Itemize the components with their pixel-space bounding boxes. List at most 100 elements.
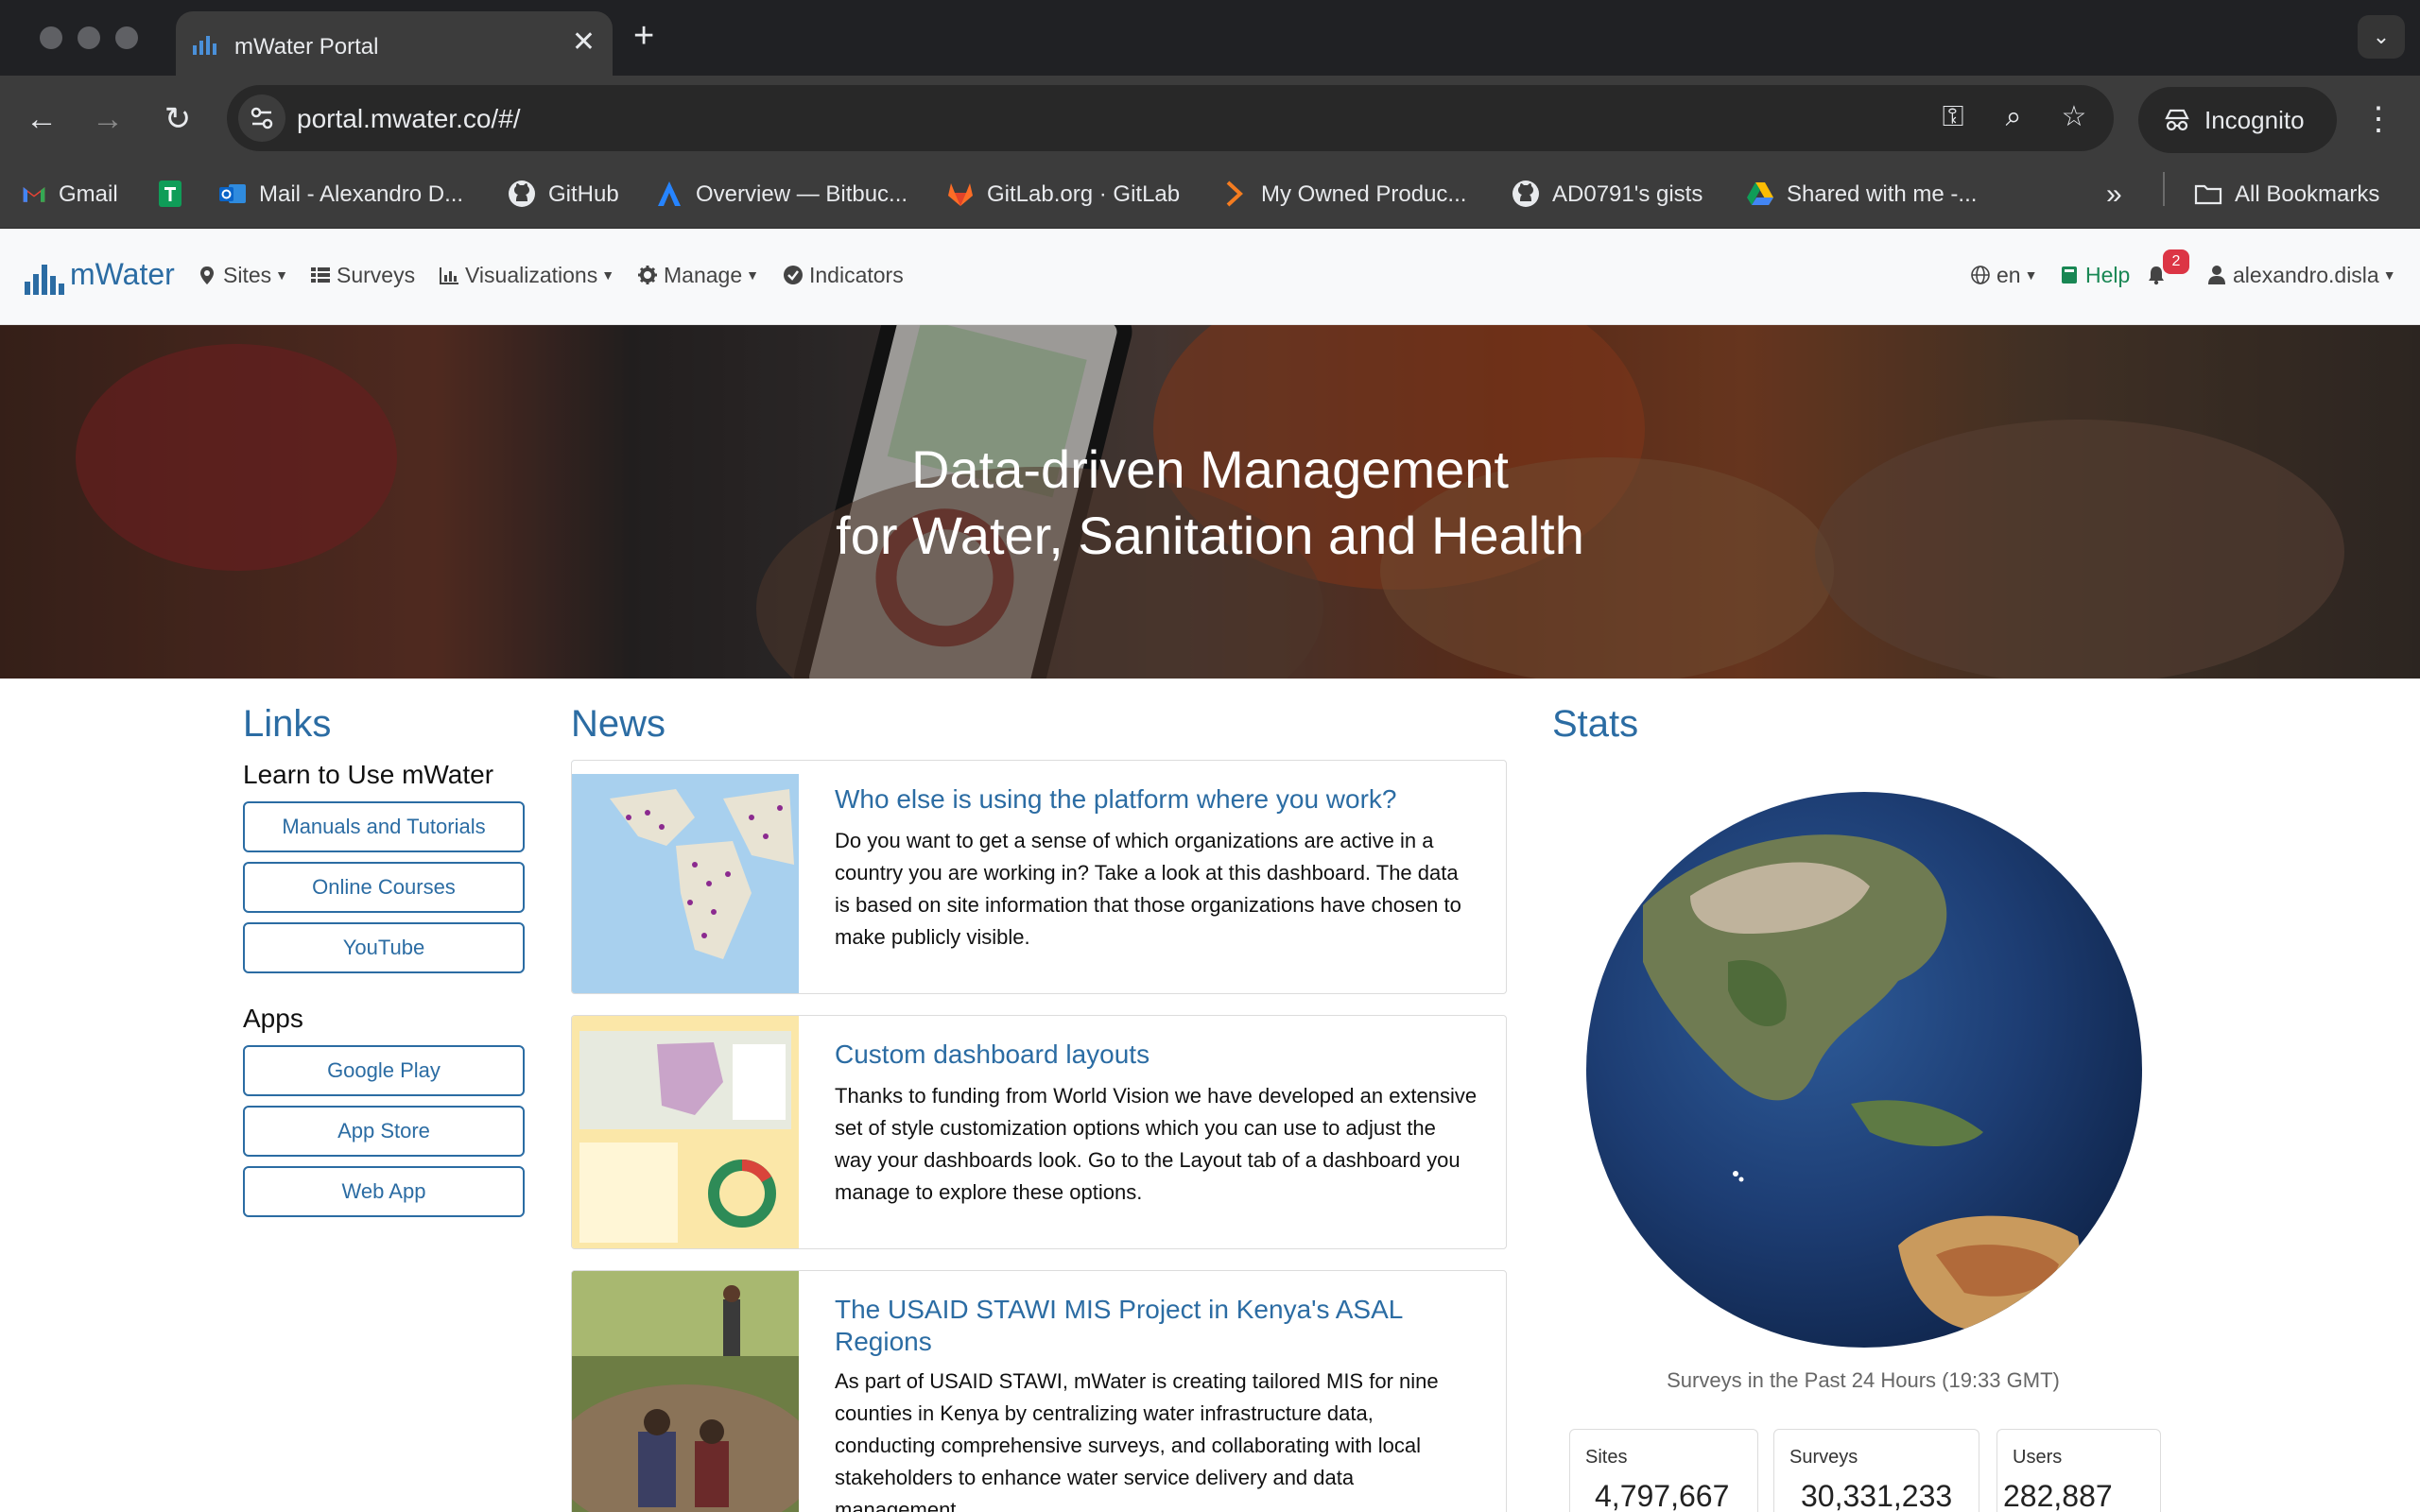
help-link[interactable]: Help <box>2059 263 2130 288</box>
bookmark-star-icon[interactable]: ☆ <box>2055 98 2093 136</box>
password-key-icon[interactable]: ⚿ <box>1934 98 1972 136</box>
bookmarks-divider <box>2163 172 2165 206</box>
chevron-brand-icon <box>1226 180 1243 207</box>
news-card[interactable]: Who else is using the platform where you… <box>571 760 1507 994</box>
news-title[interactable]: Custom dashboard layouts <box>835 1039 1478 1071</box>
news-title[interactable]: The USAID STAWI MIS Project in Kenya's A… <box>835 1294 1478 1358</box>
chevron-down-icon: ▼ <box>2024 267 2038 283</box>
hero-banner: Data-driven Management for Water, Sanita… <box>0 325 2420 679</box>
google-drive-icon <box>1747 181 1773 205</box>
chevron-down-icon: ▼ <box>275 267 288 283</box>
bitbucket-icon <box>658 180 681 206</box>
google-play-button[interactable]: Google Play <box>243 1045 525 1096</box>
tab-title: mWater Portal <box>234 34 379 60</box>
bookmark-bitbucket[interactable]: Overview — Bitbuc... <box>654 176 908 214</box>
notification-badge: 2 <box>2163 249 2189 274</box>
apps-heading: Apps <box>243 1004 303 1033</box>
nav-sites[interactable]: Sites ▼ <box>197 263 288 288</box>
stat-card-surveys: Surveys 30,331,233 <box>1773 1429 1979 1512</box>
github-icon <box>509 180 535 207</box>
tab-close-icon[interactable]: ✕ <box>572 28 596 57</box>
news-thumbnail <box>572 761 799 993</box>
stat-card-users: Users 282,887 <box>1996 1429 2161 1512</box>
window-close-control[interactable] <box>40 26 62 49</box>
bookmarks-bar: Gmail Mail - Alexandro D... GitHub Overv… <box>0 163 2420 229</box>
address-bar[interactable]: portal.mwater.co/#/ ⚿ ⌕ ☆ <box>227 85 2114 151</box>
news-body: As part of USAID STAWI, mWater is creati… <box>835 1369 1439 1512</box>
reload-button[interactable]: ↻ <box>153 94 202 144</box>
web-page: mWater Sites ▼ Surveys Visualizations ▼ Ma… <box>0 229 2420 1512</box>
news-body: Thanks to funding from World Vision we h… <box>835 1084 1478 1204</box>
globe-caption: Surveys in the Past 24 Hours (19:33 GMT) <box>1667 1368 2060 1392</box>
news-title[interactable]: Who else is using the platform where you… <box>835 783 1478 816</box>
map-pin-icon <box>200 266 214 284</box>
news-card[interactable]: Custom dashboard layouts Thanks to fundi… <box>571 1015 1507 1249</box>
bar-chart-icon <box>440 266 458 284</box>
stat-card-sites: Sites 4,797,667 <box>1569 1429 1758 1512</box>
incognito-icon <box>2165 109 2189 131</box>
web-app-button[interactable]: Web App <box>243 1166 525 1217</box>
forward-button[interactable]: → <box>83 94 132 144</box>
stat-value: 282,887 <box>2003 1479 2113 1512</box>
nav-surveys[interactable]: Surveys <box>310 263 415 288</box>
language-selector[interactable]: en ▼ <box>1970 263 2037 288</box>
new-tab-button[interactable]: + <box>633 17 654 55</box>
news-heading: News <box>571 703 666 745</box>
bookmark-gmail[interactable]: Gmail <box>21 176 118 214</box>
more-bookmarks-button[interactable]: » <box>2106 176 2122 214</box>
back-button[interactable]: ← <box>17 94 66 144</box>
tab-search-button[interactable]: ⌄ <box>2358 15 2405 59</box>
online-courses-button[interactable]: Online Courses <box>243 862 525 913</box>
user-menu[interactable]: alexandro.disla ▼ <box>2206 263 2396 288</box>
stat-label: Surveys <box>1789 1447 1858 1468</box>
learn-heading: Learn to Use mWater <box>243 760 494 789</box>
site-info-icon[interactable] <box>238 94 285 142</box>
bookmark-gists[interactable]: AD0791's gists <box>1511 176 1703 214</box>
mwater-logo-icon <box>25 265 64 295</box>
hero-heading: Data-driven Management for Water, Sanita… <box>836 439 1584 565</box>
gear-icon <box>638 265 657 284</box>
bookmark-outlook-mail[interactable]: Mail - Alexandro D... <box>217 176 463 214</box>
bookmark-github[interactable]: GitHub <box>507 176 619 214</box>
stat-label: Sites <box>1585 1447 1628 1468</box>
app-store-button[interactable]: App Store <box>243 1106 525 1157</box>
youtube-button[interactable]: YouTube <box>243 922 525 973</box>
news-body: Do you want to get a sense of which orga… <box>835 829 1461 949</box>
stat-value: 30,331,233 <box>1801 1479 1953 1512</box>
tab-strip: mWater Portal ✕ + ⌄ <box>0 0 2420 76</box>
browser-toolbar: ← → ↻ portal.mwater.co/#/ ⚿ ⌕ ☆ Incognit… <box>0 76 2420 163</box>
surveys-globe[interactable] <box>1586 792 2142 1348</box>
mwater-favicon-icon <box>193 36 216 55</box>
folder-icon <box>2194 184 2222 204</box>
incognito-label: Incognito <box>2204 106 2305 134</box>
stat-value: 4,797,667 <box>1595 1479 1730 1512</box>
google-sheets-icon <box>159 180 182 207</box>
nav-visualizations[interactable]: Visualizations ▼ <box>439 263 614 288</box>
news-thumbnail <box>572 1016 799 1248</box>
nav-manage[interactable]: Manage ▼ <box>637 263 759 288</box>
news-card[interactable]: The USAID STAWI MIS Project in Kenya's A… <box>571 1270 1507 1512</box>
app-navbar: mWater Sites ▼ Surveys Visualizations ▼ Ma… <box>0 229 2420 325</box>
all-bookmarks-folder[interactable]: All Bookmarks <box>2193 176 2379 214</box>
bookmark-owned-products[interactable]: My Owned Produc... <box>1219 176 1466 214</box>
gmail-icon <box>23 186 45 202</box>
stat-label: Users <box>2013 1447 2063 1468</box>
list-icon <box>311 266 330 283</box>
chevron-down-icon: ▼ <box>2382 267 2396 283</box>
book-icon <box>2062 266 2077 284</box>
check-circle-icon <box>784 265 803 284</box>
window-minimize-control[interactable] <box>78 26 100 49</box>
browser-window: mWater Portal ✕ + ⌄ ← → ↻ portal.mwater.… <box>0 0 2420 1512</box>
bookmark-sheets[interactable] <box>155 176 197 214</box>
outlook-icon <box>219 183 246 203</box>
globe-icon <box>1971 266 1990 284</box>
active-tab[interactable]: mWater Portal ✕ <box>176 11 613 76</box>
manuals-button[interactable]: Manuals and Tutorials <box>243 801 525 852</box>
bookmark-drive-shared[interactable]: Shared with me -... <box>1745 176 1977 214</box>
bookmark-gitlab[interactable]: GitLab.org · GitLab <box>945 176 1180 214</box>
window-zoom-control[interactable] <box>115 26 138 49</box>
incognito-indicator[interactable]: Incognito <box>2138 87 2337 153</box>
browser-menu-icon[interactable]: ⋮ <box>2360 94 2397 144</box>
nav-indicators[interactable]: Indicators <box>783 263 904 288</box>
zoom-icon[interactable]: ⌕ <box>1995 98 2032 136</box>
